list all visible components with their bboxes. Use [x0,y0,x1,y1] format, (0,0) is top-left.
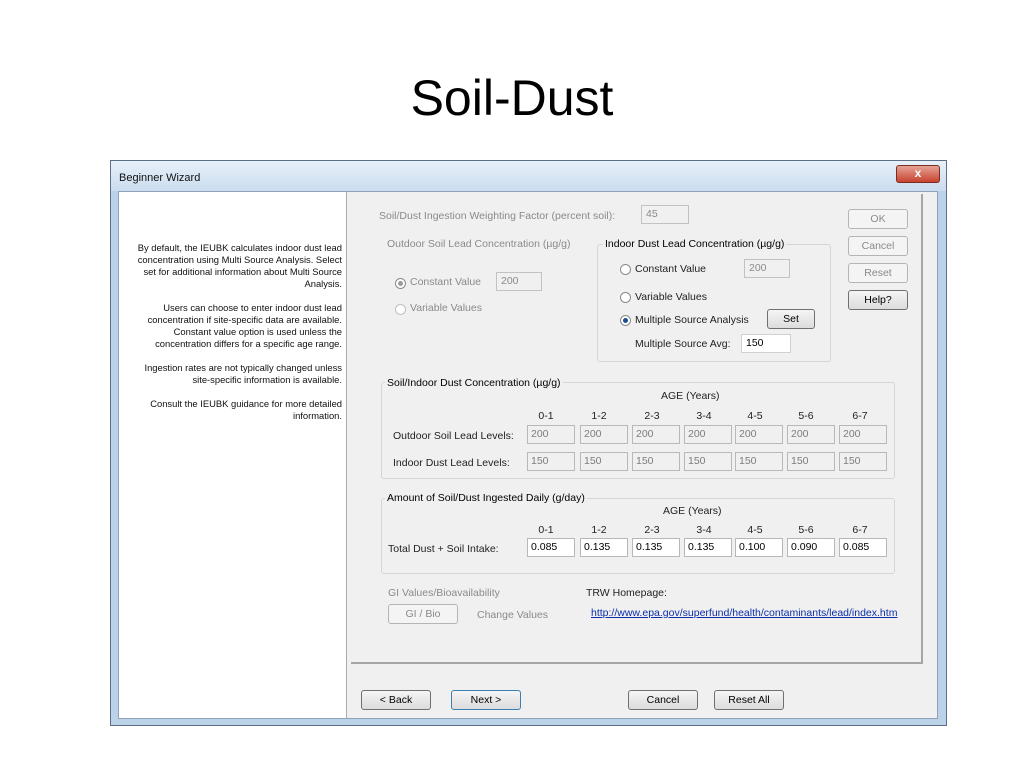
indoor-constant-input[interactable]: 200 [744,259,790,278]
indoor-dust-levels-label: Indoor Dust Lead Levels: [393,457,510,469]
age-label: 6-7 [852,410,868,422]
ingested-group [381,498,895,574]
intake-cell[interactable]: 0.135 [632,538,680,557]
weighting-factor-input[interactable]: 45 [641,205,689,224]
outdoor-soil-cell[interactable]: 200 [684,425,732,444]
total-intake-label: Total Dust + Soil Intake: [388,543,499,555]
age-label: 0-1 [538,524,554,536]
indoor-variable-label: Variable Values [635,291,707,303]
age-label: 3-4 [696,524,712,536]
beginner-wizard-window: Beginner Wizard x By default, the IEUBK … [110,160,947,726]
age-label: 5-6 [798,524,814,536]
indoor-dust-cell[interactable]: 150 [839,452,887,471]
intake-cell[interactable]: 0.135 [684,538,732,557]
outdoor-soil-cell[interactable]: 200 [787,425,835,444]
window-client-area: By default, the IEUBK calculates indoor … [118,191,938,719]
content-panel: Soil/Dust Ingestion Weighting Factor (pe… [351,194,923,664]
indoor-dust-cell[interactable]: 150 [580,452,628,471]
indoor-constant-radio[interactable] [620,264,631,275]
outdoor-soil-levels-label: Outdoor Soil Lead Levels: [393,430,514,442]
help-panel: By default, the IEUBK calculates indoor … [119,192,347,718]
cancel-side-button[interactable]: Cancel [848,236,908,256]
age-label: 0-1 [538,410,554,422]
indoor-multiple-radio[interactable] [620,315,631,326]
ok-button[interactable]: OK [848,209,908,229]
indoor-dust-cell[interactable]: 150 [787,452,835,471]
concentration-age-header: AGE (Years) [661,390,720,402]
reset-button[interactable]: Reset [848,263,908,283]
slide-title: Soil-Dust [410,70,614,126]
indoor-variable-radio[interactable] [620,292,631,303]
age-label: 6-7 [852,524,868,536]
weighting-factor-label: Soil/Dust Ingestion Weighting Factor (pe… [379,210,616,222]
outdoor-soil-cell[interactable]: 200 [527,425,575,444]
multiple-source-avg-label: Multiple Source Avg: [635,338,731,350]
indoor-dust-cell[interactable]: 150 [527,452,575,471]
trw-homepage-link[interactable]: http://www.epa.gov/superfund/health/cont… [591,607,897,619]
concentration-title: Soil/Indoor Dust Concentration (µg/g) [385,377,563,389]
outdoor-constant-input[interactable]: 200 [496,272,542,291]
gi-values-title: GI Values/Bioavailability [388,587,500,599]
age-label: 2-3 [644,524,660,536]
intake-cell[interactable]: 0.090 [787,538,835,557]
indoor-dust-title: Indoor Dust Lead Concentration (µg/g) [603,238,787,250]
help-paragraph: Users can choose to enter indoor dust le… [147,302,342,349]
ingested-title: Amount of Soil/Dust Ingested Daily (g/da… [385,492,587,504]
ingested-age-header: AGE (Years) [663,505,722,517]
change-values-label: Change Values [477,609,549,621]
age-label: 4-5 [747,524,763,536]
outdoor-soil-cell[interactable]: 200 [632,425,680,444]
outdoor-variable-radio[interactable] [395,304,406,315]
close-button[interactable]: x [896,165,940,183]
indoor-dust-cell[interactable]: 150 [684,452,732,471]
age-label: 3-4 [696,410,712,422]
help-paragraph: Consult the IEUBK guidance for more deta… [150,398,342,421]
reset-all-button[interactable]: Reset All [714,690,784,710]
indoor-constant-label: Constant Value [635,263,707,275]
cancel-button[interactable]: Cancel [628,690,698,710]
next-button[interactable]: Next > [451,690,521,710]
outdoor-soil-title: Outdoor Soil Lead Concentration (µg/g) [387,238,571,250]
indoor-multiple-label: Multiple Source Analysis [635,314,749,326]
intake-cell[interactable]: 0.085 [527,538,575,557]
outdoor-variable-label: Variable Values [410,302,482,314]
intake-cell[interactable]: 0.100 [735,538,783,557]
indoor-dust-cell[interactable]: 150 [735,452,783,471]
age-label: 1-2 [591,524,607,536]
indoor-dust-cell[interactable]: 150 [632,452,680,471]
help-paragraph: By default, the IEUBK calculates indoor … [137,242,342,289]
close-icon: x [914,166,922,180]
trw-homepage-label: TRW Homepage: [586,587,667,599]
age-label: 4-5 [747,410,763,422]
age-label: 5-6 [798,410,814,422]
outdoor-constant-label: Constant Value [410,276,482,288]
window-title: Beginner Wizard [119,172,201,184]
age-label: 2-3 [644,410,660,422]
back-button[interactable]: < Back [361,690,431,710]
help-button[interactable]: Help? [848,290,908,310]
intake-cell[interactable]: 0.085 [839,538,887,557]
outdoor-soil-cell[interactable]: 200 [735,425,783,444]
outdoor-soil-cell[interactable]: 200 [839,425,887,444]
multiple-source-avg-input[interactable]: 150 [741,334,791,353]
age-label: 1-2 [591,410,607,422]
intake-cell[interactable]: 0.135 [580,538,628,557]
window-titlebar: Beginner Wizard x [111,161,946,191]
outdoor-constant-radio[interactable] [395,278,406,289]
set-button[interactable]: Set [767,309,815,329]
help-paragraph: Ingestion rates are not typically change… [144,362,342,385]
gi-bio-button[interactable]: GI / Bio [388,604,458,624]
outdoor-soil-cell[interactable]: 200 [580,425,628,444]
